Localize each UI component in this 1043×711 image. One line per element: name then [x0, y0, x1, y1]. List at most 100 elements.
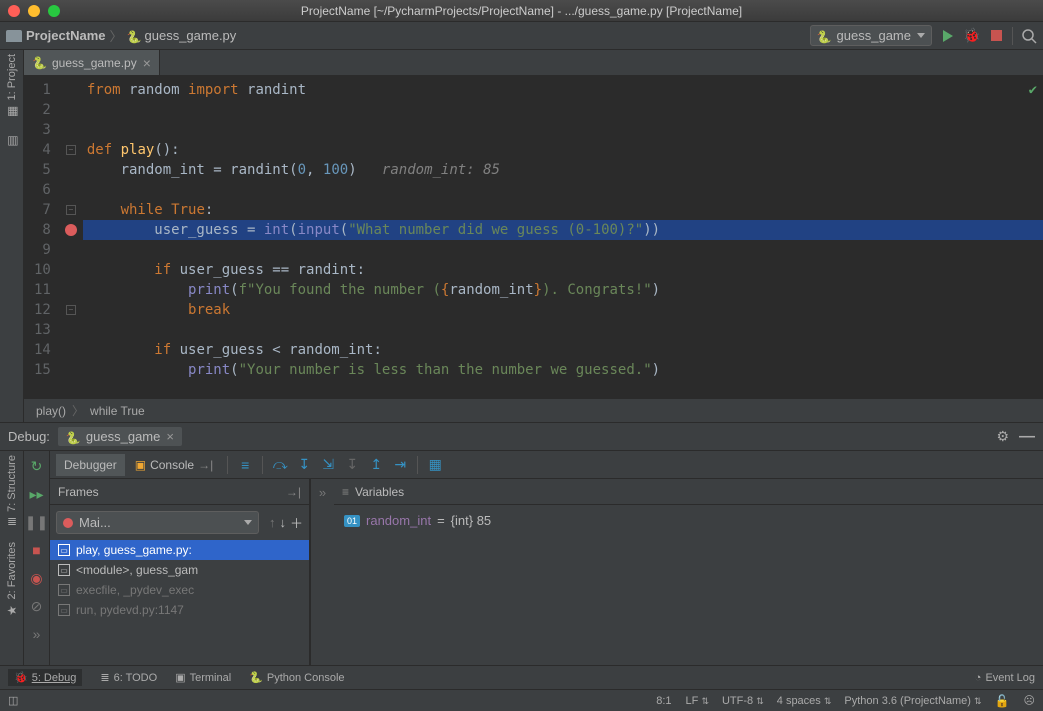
folder-icon	[6, 30, 22, 42]
read-only-toggle[interactable]: 🔓	[995, 694, 1010, 708]
python-icon	[66, 430, 80, 444]
zoom-window-button[interactable]	[48, 5, 60, 17]
variables-list[interactable]: 01 random_int = {int} 85	[334, 505, 1043, 665]
chevron-right-icon: 〉	[109, 26, 122, 45]
fold-icon[interactable]: −	[66, 145, 76, 155]
fold-icon[interactable]: −	[66, 205, 76, 215]
python-console-toolwindow-button[interactable]: 🐍Python Console	[249, 671, 344, 684]
code-text[interactable]: from random import randint def play(): r…	[83, 76, 1043, 398]
python-interpreter-selector[interactable]: Python 3.6 (ProjectName) ⇅	[844, 695, 980, 707]
ide-fatigue-icon[interactable]: ☹	[1024, 694, 1035, 707]
variables-panel: ≡Variables 01 random_int = {int} 85	[334, 479, 1043, 665]
more-debug-button[interactable]: »	[28, 625, 46, 643]
frame-item[interactable]: ▭run, pydevd.py:1147	[50, 600, 309, 620]
thread-selector[interactable]: Mai...	[56, 511, 259, 534]
resume-button[interactable]: ▸▸	[28, 485, 46, 503]
next-frame-button[interactable]: ↓	[279, 515, 286, 530]
structure-toolwindow-button[interactable]: ≣7: Structure	[5, 455, 19, 526]
force-step-into-button[interactable]: ↧	[341, 454, 363, 476]
pause-button[interactable]: ❚❚	[28, 513, 46, 531]
gutter-markers: − − −	[59, 76, 83, 398]
debug-session-tab[interactable]: guess_game ×	[58, 427, 182, 446]
breakpoint-icon[interactable]	[65, 224, 77, 236]
chevron-right-icon: 〉	[72, 402, 84, 419]
code-editor[interactable]: ✔ 123 456 789 101112 131415 − −	[24, 76, 1043, 398]
left-toolwindow-strip: ▦1: Project ▤	[0, 50, 24, 422]
project-toolwindow-button[interactable]: ▦1: Project	[5, 54, 19, 118]
todo-toolwindow-button[interactable]: ≣6: TODO	[100, 671, 157, 684]
chevron-down-icon	[244, 520, 252, 525]
step-into-button[interactable]: ↧	[293, 454, 315, 476]
line-separator-selector[interactable]: LF ⇅	[686, 695, 708, 707]
chevron-down-icon	[917, 33, 925, 38]
debug-step-toolbar: Debugger ▣Console→| ≡ ⤼ ↧ ⇲ ↧ ↥ ⇥ ▦	[50, 451, 1043, 479]
step-into-my-code-button[interactable]: ⇲	[317, 454, 339, 476]
stop-debug-button[interactable]: ■	[28, 541, 46, 559]
mute-breakpoints-button[interactable]: ⊘	[28, 597, 46, 615]
caret-position[interactable]: 8:1	[656, 695, 671, 707]
close-session-button[interactable]: ×	[166, 429, 174, 444]
left-toolwindow-strip-bottom: ≣7: Structure ★2: Favorites	[0, 451, 24, 665]
restore-layout-icon[interactable]: →|	[286, 485, 301, 499]
breadcrumb-file-label: guess_game.py	[145, 28, 237, 43]
more-frames-button[interactable]: »	[319, 485, 326, 500]
frames-list[interactable]: ▭play, guess_game.py: ▭<module>, guess_g…	[50, 540, 309, 665]
frames-tools: →|	[286, 485, 301, 499]
evaluate-expression-button[interactable]: ▦	[424, 454, 446, 476]
line-numbers: 123 456 789 101112 131415	[24, 76, 59, 398]
context-play[interactable]: play()	[36, 404, 66, 418]
encoding-selector[interactable]: UTF-8 ⇅	[722, 695, 763, 707]
toolwindow-quick-access-icon[interactable]: ◫	[8, 694, 18, 707]
breadcrumb-project[interactable]: ProjectName	[6, 28, 105, 43]
search-everywhere-button[interactable]	[1021, 28, 1037, 44]
run-to-cursor-button[interactable]: ⇥	[389, 454, 411, 476]
file-view-button[interactable]: ▤	[5, 134, 19, 148]
indent-selector[interactable]: 4 spaces ⇅	[777, 695, 831, 707]
debug-session-label: guess_game	[86, 429, 160, 444]
prev-frame-button[interactable]: ↑	[269, 515, 276, 530]
close-window-button[interactable]	[8, 5, 20, 17]
debugger-tab[interactable]: Debugger	[56, 454, 125, 476]
debug-toolwindow: Debug: guess_game × ⚙ — ≣7: Structure ★2…	[0, 422, 1043, 665]
favorites-toolwindow-button[interactable]: ★2: Favorites	[5, 542, 19, 617]
terminal-toolwindow-button[interactable]: ▣Terminal	[175, 671, 231, 684]
editor-tab-label: guess_game.py	[52, 56, 137, 70]
breadcrumb-project-label: ProjectName	[26, 28, 105, 43]
close-tab-button[interactable]: ×	[143, 55, 151, 71]
step-out-button[interactable]: ↥	[365, 454, 387, 476]
editor-tabs: guess_game.py ×	[24, 50, 1043, 76]
hide-toolwindow-button[interactable]: —	[1019, 428, 1035, 446]
debug-toolwindow-button[interactable]: 🐞5: Debug	[8, 669, 82, 686]
rerun-button[interactable]: ↻	[28, 457, 46, 475]
event-log-button[interactable]: ◔Event Log	[975, 672, 1035, 684]
minimize-window-button[interactable]	[28, 5, 40, 17]
editor-tab-guess-game[interactable]: guess_game.py ×	[24, 50, 160, 75]
add-frame-button[interactable]: ＋	[290, 513, 303, 532]
frame-item[interactable]: ▭play, guess_game.py:	[50, 540, 309, 560]
frame-item[interactable]: ▭<module>, guess_gam	[50, 560, 309, 580]
frame-item[interactable]: ▭execfile, _pydev_exec	[50, 580, 309, 600]
run-config-selector[interactable]: guess_game	[810, 25, 932, 46]
int-badge-icon: 01	[344, 515, 360, 527]
view-breakpoints-button[interactable]: ◉	[28, 569, 46, 587]
macos-titlebar: ProjectName [~/PycharmProjects/ProjectNa…	[0, 0, 1043, 22]
debug-title: Debug:	[8, 429, 50, 444]
variable-row[interactable]: 01 random_int = {int} 85	[344, 511, 1033, 530]
python-file-icon	[127, 29, 141, 43]
debug-button[interactable]: 🐞	[964, 28, 980, 44]
console-tab[interactable]: ▣Console→|	[127, 454, 222, 476]
gutter: 123 456 789 101112 131415 − − −	[24, 76, 83, 398]
workspace: ▦1: Project ▤ guess_game.py × ✔ 123 456 …	[0, 50, 1043, 665]
step-over-button[interactable]: ⤼	[269, 454, 291, 476]
thread-label: Mai...	[79, 515, 111, 530]
stop-button[interactable]	[988, 28, 1004, 44]
settings-icon[interactable]: ⚙	[996, 428, 1009, 445]
frames-header: Frames →|	[50, 479, 309, 505]
context-while[interactable]: while True	[90, 404, 145, 418]
fold-icon[interactable]: −	[66, 305, 76, 315]
navigation-bar: ProjectName 〉 guess_game.py guess_game 🐞	[0, 22, 1043, 50]
show-execution-point-button[interactable]: ≡	[234, 454, 256, 476]
stop-icon	[991, 30, 1002, 41]
breadcrumb-file[interactable]: guess_game.py	[127, 28, 237, 43]
run-button[interactable]	[940, 28, 956, 44]
